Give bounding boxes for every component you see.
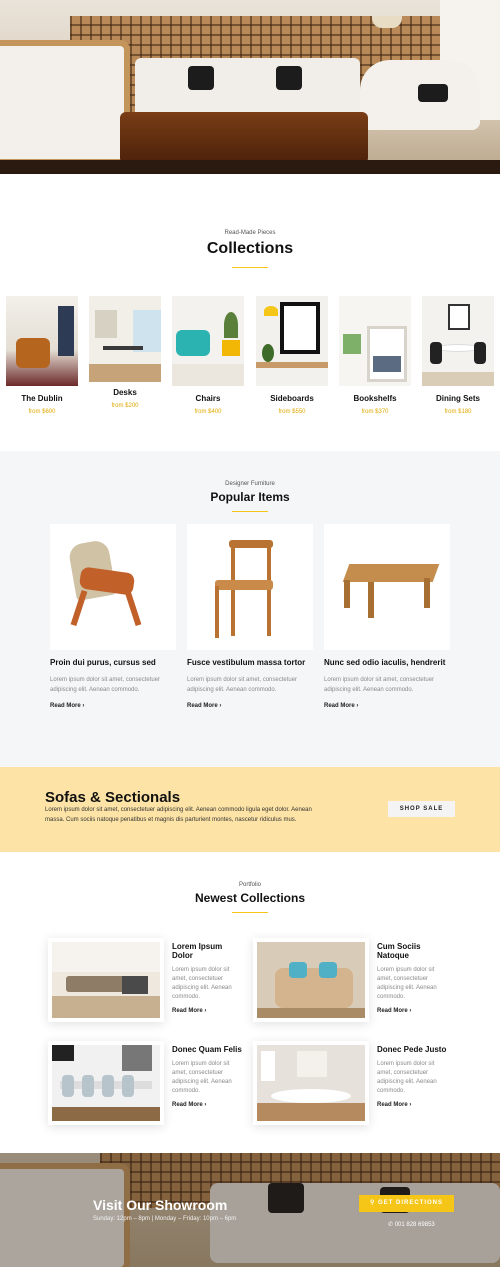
portfolio-title[interactable]: Lorem Ipsum Dolor	[172, 942, 244, 960]
portfolio-image[interactable]	[48, 938, 164, 1022]
read-more-link[interactable]: Read More ›	[187, 703, 313, 709]
product-image[interactable]	[324, 524, 450, 650]
hero-banner-image	[0, 0, 500, 174]
product-card[interactable]: Nunc sed odio iaculis, hendrerit Lorem i…	[324, 524, 450, 709]
portfolio-card[interactable]: Lorem Ipsum Dolor Lorem ipsum dolor sit …	[48, 938, 244, 1028]
portfolio-description: Lorem ipsum dolor sit amet, consectetuer…	[172, 1061, 232, 1094]
read-more-link[interactable]: Read More ›	[50, 703, 176, 709]
collection-name[interactable]: Chairs	[172, 394, 244, 403]
portfolio-image[interactable]	[48, 1041, 164, 1125]
product-description: Lorem ipsum dolor sit amet, consectetuer…	[50, 677, 161, 693]
title-underline	[232, 511, 268, 512]
collection-price: from $200	[111, 403, 139, 409]
collection-image[interactable]	[89, 296, 161, 382]
title-underline	[232, 267, 268, 268]
collection-name[interactable]: The Dublin	[6, 394, 78, 403]
portfolio-card[interactable]: Donec Quam Felis Lorem ipsum dolor sit a…	[48, 1041, 244, 1131]
collection-price: from $400	[194, 409, 222, 415]
collection-name[interactable]: Sideboards	[256, 394, 328, 403]
collection-image[interactable]	[256, 296, 328, 386]
collection-image[interactable]	[339, 296, 411, 386]
read-more-link[interactable]: Read More ›	[172, 1102, 244, 1108]
collection-item[interactable]: Sideboards from $550	[256, 296, 328, 415]
product-title[interactable]: Proin dui purus, cursus sed	[50, 658, 176, 667]
read-more-link[interactable]: Read More ›	[172, 1008, 244, 1014]
showroom-hours: Sunday: 12pm – 8pm | Monday – Friday: 10…	[93, 1216, 237, 1222]
portfolio-title[interactable]: Donec Pede Justo	[377, 1045, 449, 1054]
collection-item[interactable]: Bookshelfs from $370	[339, 296, 411, 415]
portfolio-image[interactable]	[253, 938, 369, 1022]
popular-title: Popular Items	[210, 490, 290, 504]
showroom-title: Visit Our Showroom	[93, 1197, 228, 1213]
newest-title: Newest Collections	[194, 891, 306, 905]
portfolio-card[interactable]: Cum Sociis Natoque Lorem ipsum dolor sit…	[253, 938, 449, 1028]
shop-sale-button[interactable]: SHOP SALE	[388, 801, 455, 817]
collection-item[interactable]: Desks from $200	[89, 296, 161, 409]
collection-item[interactable]: The Dublin from $600	[6, 296, 78, 415]
collections-title: Collections	[206, 240, 294, 257]
showroom-banner: Visit Our Showroom Sunday: 12pm – 8pm | …	[0, 1153, 500, 1267]
collections-eyebrow: Read-Made Pieces	[224, 230, 276, 236]
collection-name[interactable]: Dining Sets	[422, 394, 494, 403]
get-directions-button[interactable]: ⚲ GET DIRECTIONS	[359, 1195, 454, 1212]
collection-price: from $550	[278, 409, 306, 415]
read-more-link[interactable]: Read More ›	[377, 1102, 449, 1108]
collection-name[interactable]: Desks	[89, 388, 161, 397]
product-card[interactable]: Fusce vestibulum massa tortor Lorem ipsu…	[187, 524, 313, 709]
product-description: Lorem ipsum dolor sit amet, consectetuer…	[324, 677, 435, 693]
phone-icon: ✆	[388, 1222, 395, 1228]
collection-price: from $600	[28, 409, 56, 415]
collection-price: from $180	[444, 409, 472, 415]
portfolio-title[interactable]: Cum Sociis Natoque	[377, 942, 449, 960]
promo-title: Sofas & Sectionals	[45, 789, 181, 806]
collection-image[interactable]	[172, 296, 244, 386]
collection-price: from $370	[361, 409, 389, 415]
product-image[interactable]	[50, 524, 176, 650]
product-description: Lorem ipsum dolor sit amet, consectetuer…	[187, 677, 298, 693]
portfolio-description: Lorem ipsum dolor sit amet, consectetuer…	[377, 1061, 437, 1094]
collection-item[interactable]: Dining Sets from $180	[422, 296, 494, 415]
product-image[interactable]	[187, 524, 313, 650]
promo-text: Lorem ipsum dolor sit amet, consectetuer…	[45, 807, 312, 823]
portfolio-image[interactable]	[253, 1041, 369, 1125]
product-card[interactable]: Proin dui purus, cursus sed Lorem ipsum …	[50, 524, 176, 709]
product-title[interactable]: Nunc sed odio iaculis, hendrerit	[324, 658, 450, 667]
map-pin-icon: ⚲	[369, 1200, 379, 1206]
portfolio-description: Lorem ipsum dolor sit amet, consectetuer…	[377, 967, 437, 1000]
collection-image[interactable]	[422, 296, 494, 386]
portfolio-card[interactable]: Donec Pede Justo Lorem ipsum dolor sit a…	[253, 1041, 449, 1131]
newest-eyebrow: Portfolio	[238, 882, 261, 888]
title-underline	[232, 912, 268, 913]
popular-eyebrow: Designer Furniture	[225, 481, 275, 487]
phone-number[interactable]: ✆ 001 828 69853	[388, 1221, 435, 1228]
portfolio-title[interactable]: Donec Quam Felis	[172, 1045, 244, 1054]
collection-name[interactable]: Bookshelfs	[339, 394, 411, 403]
product-title[interactable]: Fusce vestibulum massa tortor	[187, 658, 313, 667]
read-more-link[interactable]: Read More ›	[324, 703, 450, 709]
read-more-link[interactable]: Read More ›	[377, 1008, 449, 1014]
portfolio-description: Lorem ipsum dolor sit amet, consectetuer…	[172, 967, 232, 1000]
collection-image[interactable]	[6, 296, 78, 386]
collection-item[interactable]: Chairs from $400	[172, 296, 244, 415]
